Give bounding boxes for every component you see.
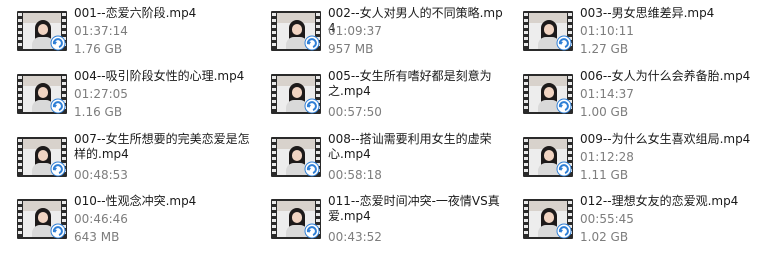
file-tile-006[interactable]: 006--女人为什么会养备胎.mp4 01:14:37 1.00 GB	[508, 66, 758, 122]
file-size: 1.76 GB	[74, 42, 123, 56]
video-thumbnail-icon	[271, 74, 321, 114]
media-player-badge-icon	[50, 35, 66, 51]
file-size: 1.00 GB	[580, 105, 629, 119]
file-tile-009[interactable]: 009--为什么女生喜欢组局.mp4 01:12:28 1.11 GB	[508, 129, 758, 185]
file-name: 009--为什么女生喜欢组局.mp4	[580, 132, 751, 146]
file-name: 005--女生所有嗜好都是刻意为之.mp4	[328, 69, 492, 98]
file-tile-002[interactable]: 002--女人对男人的不同策略.mp4 01:09:37 957 MB	[256, 3, 506, 59]
file-duration: 00:57:50	[328, 105, 382, 119]
file-name: 001--恋爱六阶段.mp4	[74, 6, 197, 20]
file-duration: 01:09:37	[328, 24, 382, 38]
media-player-badge-icon	[556, 35, 572, 51]
file-size: 643 MB	[74, 230, 120, 244]
file-duration: 01:27:05	[74, 87, 128, 101]
media-player-badge-icon	[50, 223, 66, 239]
file-name: 004--吸引阶段女性的心理.mp4	[74, 69, 245, 83]
file-duration: 01:10:11	[580, 24, 634, 38]
file-size: 957 MB	[328, 42, 374, 56]
file-size: 1.16 GB	[74, 105, 123, 119]
file-duration: 00:55:45	[580, 212, 634, 226]
file-tile-010[interactable]: 010--性观念冲突.mp4 00:46:46 643 MB	[2, 191, 252, 247]
file-tile-012[interactable]: 012--理想女友的恋爱观.mp4 00:55:45 1.02 GB	[508, 191, 758, 247]
file-tile-004[interactable]: 004--吸引阶段女性的心理.mp4 01:27:05 1.16 GB	[2, 66, 252, 122]
file-grid: 001--恋爱六阶段.mp4 01:37:14 1.76 GB 002--女人对…	[0, 0, 772, 258]
file-size: 1.27 GB	[580, 42, 629, 56]
file-duration: 00:43:52	[328, 230, 382, 244]
file-size: 1.02 GB	[580, 230, 629, 244]
media-player-badge-icon	[304, 223, 320, 239]
video-thumbnail-icon	[271, 137, 321, 177]
file-name: 010--性观念冲突.mp4	[74, 194, 197, 208]
media-player-badge-icon	[556, 98, 572, 114]
file-tile-011[interactable]: 011--恋爱时间冲突-一夜情VS真爱.mp4 00:43:52	[256, 191, 506, 247]
media-player-badge-icon	[304, 161, 320, 177]
media-player-badge-icon	[556, 223, 572, 239]
video-thumbnail-icon	[17, 137, 67, 177]
video-thumbnail-icon	[523, 137, 573, 177]
media-player-badge-icon	[556, 161, 572, 177]
file-duration: 01:12:28	[580, 150, 634, 164]
file-duration: 01:14:37	[580, 87, 634, 101]
media-player-badge-icon	[50, 98, 66, 114]
video-thumbnail-icon	[271, 199, 321, 239]
video-thumbnail-icon	[523, 11, 573, 51]
media-player-badge-icon	[50, 161, 66, 177]
file-tile-007[interactable]: 007--女生所想要的完美恋爱是怎样的.mp4 00:48:53	[2, 129, 252, 185]
video-thumbnail-icon	[271, 11, 321, 51]
file-tile-005[interactable]: 005--女生所有嗜好都是刻意为之.mp4 00:57:50	[256, 66, 506, 122]
video-thumbnail-icon	[17, 199, 67, 239]
video-thumbnail-icon	[523, 199, 573, 239]
media-player-badge-icon	[304, 35, 320, 51]
file-duration: 00:58:18	[328, 168, 382, 182]
file-tile-008[interactable]: 008--搭讪需要利用女生的虚荣心.mp4 00:58:18	[256, 129, 506, 185]
video-thumbnail-icon	[523, 74, 573, 114]
video-thumbnail-icon	[17, 74, 67, 114]
file-tile-003[interactable]: 003--男女思维差异.mp4 01:10:11 1.27 GB	[508, 3, 758, 59]
file-size: 1.11 GB	[580, 168, 629, 182]
file-name: 006--女人为什么会养备胎.mp4	[580, 69, 751, 83]
file-duration: 00:48:53	[74, 168, 128, 182]
file-duration: 01:37:14	[74, 24, 128, 38]
media-player-badge-icon	[304, 98, 320, 114]
file-name: 012--理想女友的恋爱观.mp4	[580, 194, 739, 208]
file-tile-001[interactable]: 001--恋爱六阶段.mp4 01:37:14 1.76 GB	[2, 3, 252, 59]
file-name: 003--男女思维差异.mp4	[580, 6, 715, 20]
file-name: 008--搭讪需要利用女生的虚荣心.mp4	[328, 132, 492, 161]
file-duration: 00:46:46	[74, 212, 128, 226]
file-name: 007--女生所想要的完美恋爱是怎样的.mp4	[74, 132, 250, 161]
video-thumbnail-icon	[17, 11, 67, 51]
file-name: 011--恋爱时间冲突-一夜情VS真爱.mp4	[328, 194, 500, 223]
